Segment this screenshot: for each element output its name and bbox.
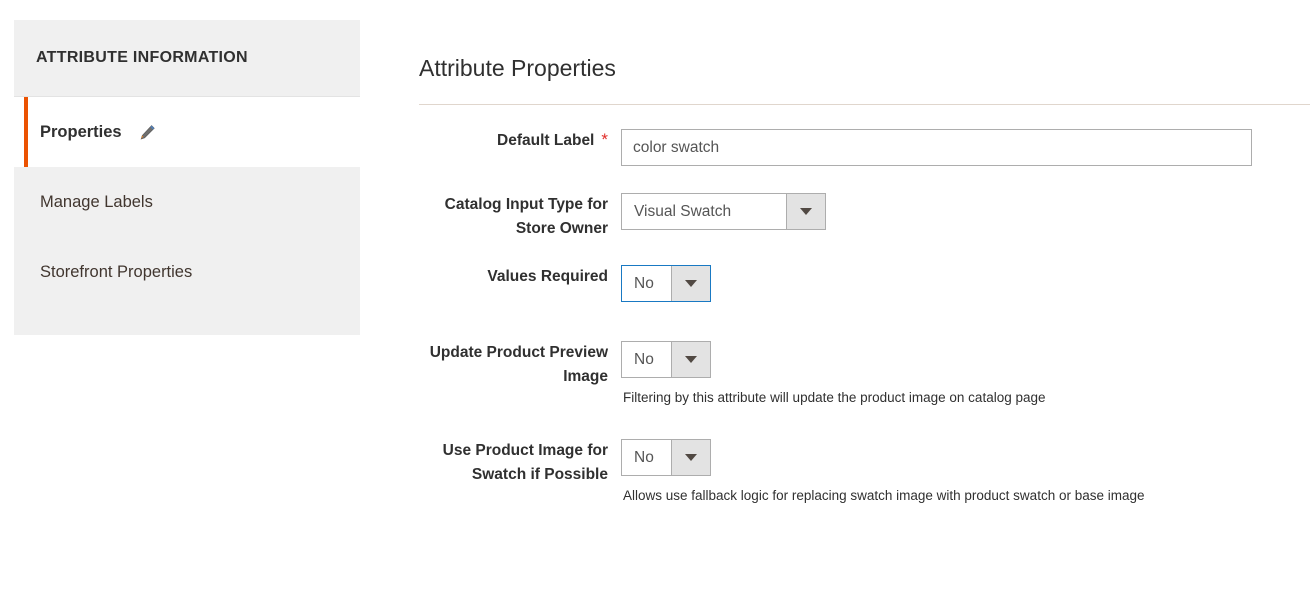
- chevron-down-icon[interactable]: [671, 342, 710, 377]
- field-update-product-preview-image-labelwrap: Update Product Preview Image: [419, 341, 618, 389]
- sidebar-item-properties-label: Properties: [40, 123, 122, 142]
- sidebar-item-properties[interactable]: Properties: [14, 97, 360, 167]
- update-product-preview-image-select[interactable]: No: [621, 341, 711, 378]
- field-update-product-preview-image: Update Product Preview Image No Filterin…: [419, 341, 1310, 406]
- update-product-preview-image-select-value: No: [622, 342, 671, 377]
- sidebar-header: ATTRIBUTE INFORMATION: [14, 20, 360, 97]
- chevron-down-glyph: [685, 454, 697, 461]
- sidebar-item-manage-labels[interactable]: Manage Labels: [14, 167, 360, 237]
- catalog-input-type-select-value: Visual Swatch: [622, 194, 786, 229]
- field-catalog-input-type-label: Catalog Input Type for Store Owner: [419, 193, 608, 241]
- chevron-down-glyph: [685, 356, 697, 363]
- update-product-preview-image-note: Filtering by this attribute will update …: [621, 378, 1046, 406]
- field-catalog-input-type-control: Visual Swatch: [618, 193, 826, 230]
- sidebar-item-manage-labels-label: Manage Labels: [40, 193, 153, 212]
- field-use-product-image-for-swatch-control: No Allows use fallback logic for replaci…: [618, 439, 1145, 504]
- use-product-image-for-swatch-select-value: No: [622, 440, 671, 475]
- catalog-input-type-select[interactable]: Visual Swatch: [621, 193, 826, 230]
- field-default-label-label: Default Label: [497, 129, 594, 153]
- attribute-information-sidebar: ATTRIBUTE INFORMATION Properties Manage …: [14, 20, 360, 335]
- field-update-product-preview-image-label: Update Product Preview Image: [419, 341, 608, 389]
- field-default-label: Default Label *: [419, 129, 1310, 166]
- field-default-label-control: [618, 129, 1252, 166]
- required-asterisk: *: [601, 129, 608, 151]
- field-update-product-preview-image-control: No Filtering by this attribute will upda…: [618, 341, 1046, 406]
- field-catalog-input-type: Catalog Input Type for Store Owner Visua…: [419, 193, 1310, 241]
- field-values-required-control: No: [618, 265, 711, 302]
- sidebar-header-title: ATTRIBUTE INFORMATION: [14, 49, 248, 67]
- field-values-required-labelwrap: Values Required: [419, 265, 618, 289]
- chevron-down-icon[interactable]: [786, 194, 825, 229]
- chevron-down-glyph: [685, 280, 697, 287]
- values-required-select[interactable]: No: [621, 265, 711, 302]
- default-label-input[interactable]: [621, 129, 1252, 166]
- field-use-product-image-for-swatch: Use Product Image for Swatch if Possible…: [419, 439, 1310, 504]
- use-product-image-for-swatch-note: Allows use fallback logic for replacing …: [621, 476, 1145, 504]
- pencil-icon[interactable]: [139, 124, 156, 141]
- field-use-product-image-for-swatch-labelwrap: Use Product Image for Swatch if Possible: [419, 439, 618, 487]
- values-required-select-value: No: [622, 266, 671, 301]
- field-default-label-labelwrap: Default Label *: [419, 129, 618, 153]
- field-catalog-input-type-labelwrap: Catalog Input Type for Store Owner: [419, 193, 618, 241]
- field-use-product-image-for-swatch-label: Use Product Image for Swatch if Possible: [419, 439, 608, 487]
- sidebar-bottom-spacer: [14, 307, 360, 335]
- field-values-required-label: Values Required: [487, 265, 608, 289]
- sidebar-item-storefront-properties[interactable]: Storefront Properties: [14, 237, 360, 307]
- chevron-down-icon[interactable]: [671, 440, 710, 475]
- page-title: Attribute Properties: [419, 55, 1310, 104]
- chevron-down-icon[interactable]: [671, 266, 710, 301]
- use-product-image-for-swatch-select[interactable]: No: [621, 439, 711, 476]
- sidebar-item-storefront-properties-label: Storefront Properties: [40, 263, 192, 282]
- chevron-down-glyph: [800, 208, 812, 215]
- field-values-required: Values Required No: [419, 265, 1310, 302]
- attribute-properties-panel: Attribute Properties Default Label * Cat…: [419, 55, 1310, 504]
- sidebar-item-list: Properties Manage Labels Storefront Prop…: [14, 97, 360, 335]
- section-divider: [419, 104, 1310, 105]
